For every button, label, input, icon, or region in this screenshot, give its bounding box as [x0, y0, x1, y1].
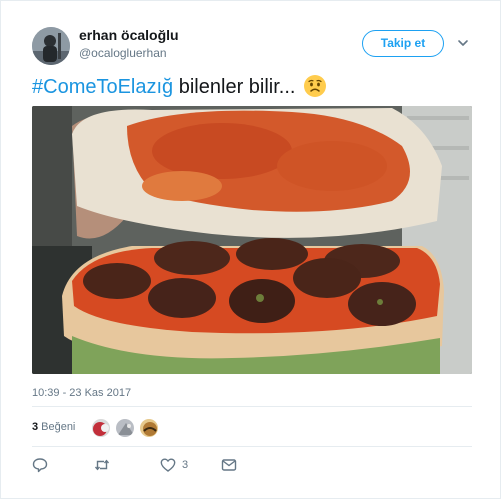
heart-icon: [160, 458, 176, 472]
tweet-photo[interactable]: [32, 106, 472, 374]
tweet-card: erhan öcaloğlu @ocalogluerhan Takip et #…: [0, 0, 501, 499]
likes-count: 3: [32, 421, 39, 433]
worried-face-emoji: [304, 75, 327, 97]
like-button[interactable]: 3: [160, 456, 188, 474]
tweet-text: #ComeToElazığ bilenler bilir...: [32, 73, 327, 101]
retweet-icon: [94, 459, 110, 471]
divider: [32, 406, 472, 407]
caret-down-icon[interactable]: [457, 37, 469, 49]
liker-avatar[interactable]: [115, 418, 135, 438]
like-count: 3: [182, 459, 189, 471]
likes-label: Beğeni: [41, 421, 76, 433]
direct-message-icon: [221, 459, 237, 471]
likes-stat[interactable]: 3 Beğeni: [32, 421, 75, 433]
user-display-name[interactable]: erhan öcaloğlu: [79, 27, 179, 43]
liker-avatar[interactable]: [139, 418, 159, 438]
reply-icon: [32, 458, 48, 473]
direct-message-button[interactable]: [221, 456, 237, 474]
divider: [32, 446, 472, 447]
tweet-body-text: bilenler bilir...: [173, 76, 296, 98]
avatar[interactable]: [32, 27, 70, 65]
hashtag-link[interactable]: #ComeToElazığ: [32, 76, 173, 98]
tweet-timestamp[interactable]: 10:39 - 23 Kas 2017: [32, 387, 131, 399]
reply-button[interactable]: [32, 456, 54, 474]
liker-avatar[interactable]: [91, 418, 111, 438]
follow-button[interactable]: Takip et: [362, 30, 444, 57]
user-handle[interactable]: @ocalogluerhan: [79, 46, 167, 60]
retweet-button[interactable]: [94, 456, 116, 474]
